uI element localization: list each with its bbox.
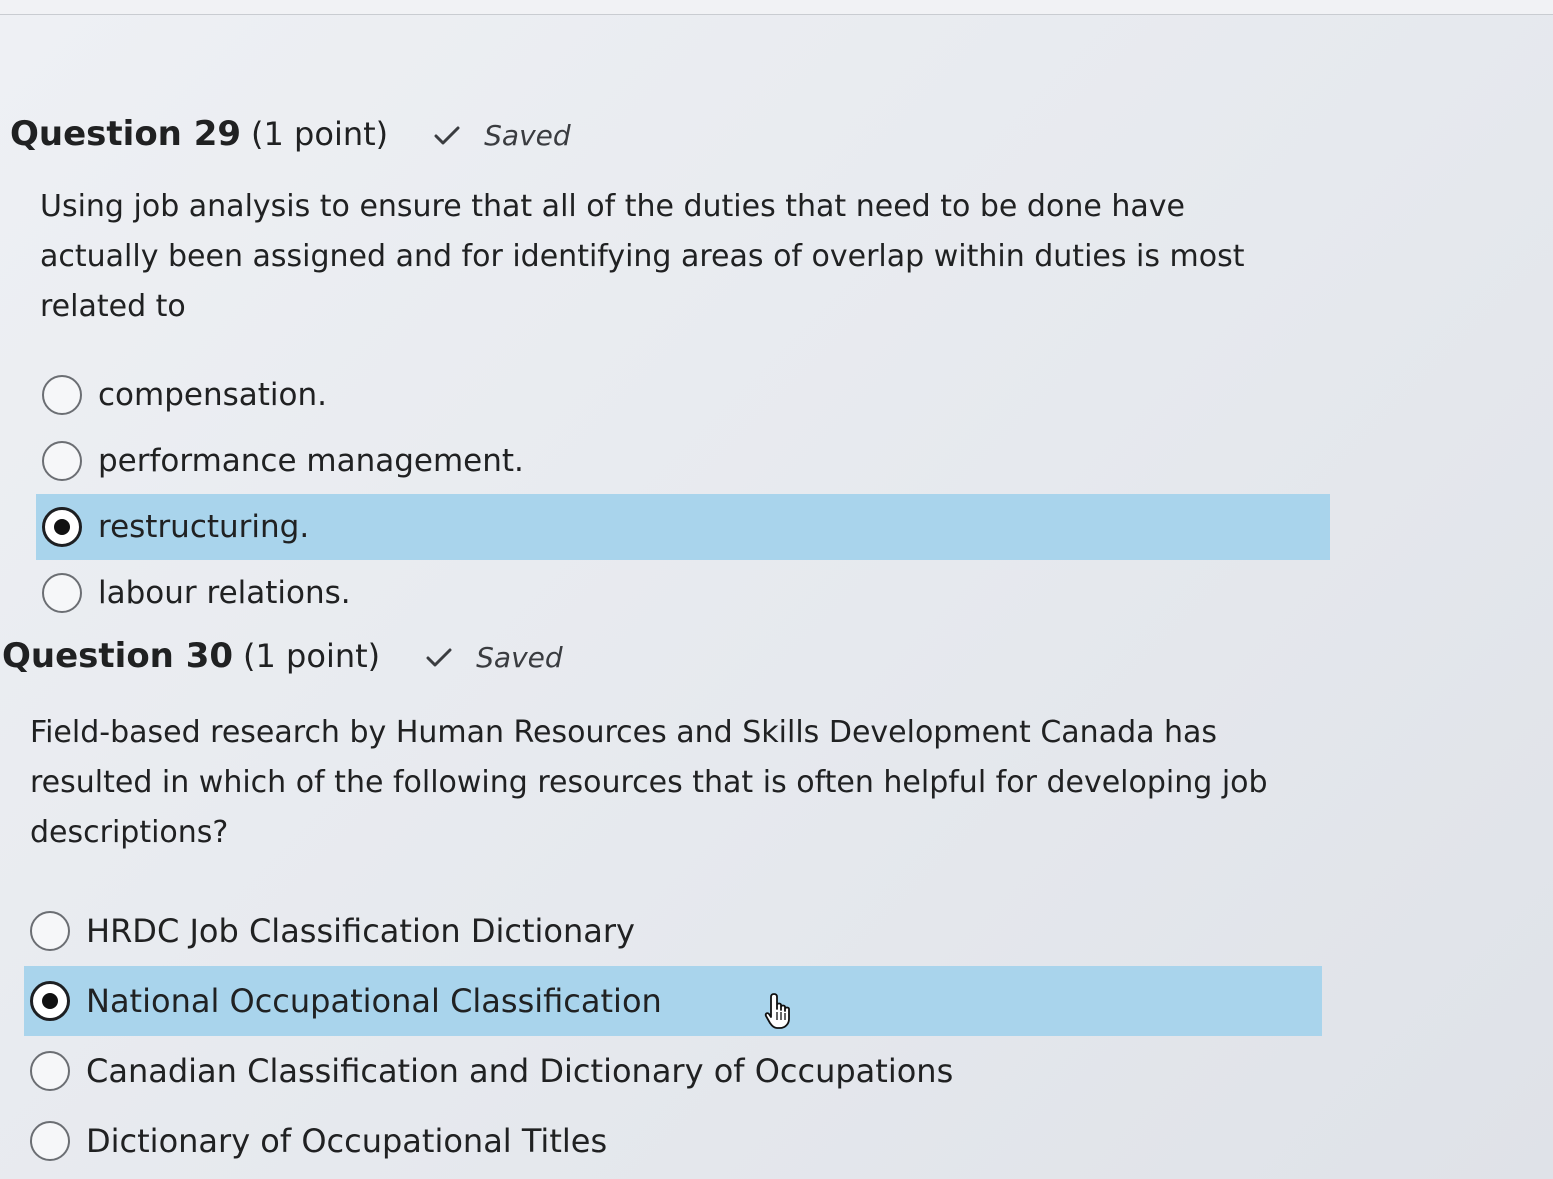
answer-option-labour-relations[interactable]: labour relations. [36,560,1330,626]
question-29: Question 29 (1 point) Saved Using job an… [10,114,1330,626]
hand-pointer-cursor-icon [764,993,790,1029]
answer-option-compensation[interactable]: compensation. [36,362,1330,428]
answer-options: compensation. performance management. re… [36,362,1330,626]
answer-label: National Occupational Classification [86,982,662,1020]
radio-button-icon[interactable] [30,1051,70,1091]
answer-option-hrdc-job-classification-dictionary[interactable]: HRDC Job Classification Dictionary [24,896,1322,966]
answer-label: HRDC Job Classification Dictionary [86,912,635,950]
answer-label: performance management. [98,443,524,479]
question-header: Question 30 (1 point) Saved [2,636,1322,684]
question-text: Field-based research by Human Resources … [30,715,1268,850]
question-header: Question 29 (1 point) Saved [10,114,1330,162]
answer-options: HRDC Job Classification Dictionary Natio… [24,896,1322,1176]
answer-label: Dictionary of Occupational Titles [86,1122,608,1160]
answer-label: Canadian Classification and Dictionary o… [86,1052,954,1090]
answer-option-dictionary-occupational-titles[interactable]: Dictionary of Occupational Titles [24,1106,1322,1176]
radio-button-icon[interactable] [30,1121,70,1161]
answer-label: labour relations. [98,575,351,611]
question-30: Question 30 (1 point) Saved Field-based … [2,636,1322,1176]
question-title: Question 29 [10,114,242,154]
top-divider [0,0,1553,15]
radio-button-selected-icon[interactable] [30,981,70,1021]
radio-button-icon[interactable] [42,441,82,481]
saved-status: Saved [434,119,571,152]
question-points: (1 point) [243,637,381,675]
answer-label: restructuring. [98,509,310,545]
saved-status: Saved [426,641,563,674]
answer-option-performance-management[interactable]: performance management. [36,428,1330,494]
radio-button-icon[interactable] [42,375,82,415]
radio-button-selected-icon[interactable] [42,507,82,547]
radio-button-icon[interactable] [42,573,82,613]
answer-option-canadian-classification-dictionary[interactable]: Canadian Classification and Dictionary o… [24,1036,1322,1106]
check-icon [426,648,452,667]
saved-label: Saved [476,641,563,674]
answer-option-national-occupational-classification[interactable]: National Occupational Classification [24,966,1322,1036]
question-points: (1 point) [251,115,389,153]
check-icon [434,126,460,145]
question-title: Question 30 [2,636,234,676]
question-text: Using job analysis to ensure that all of… [40,189,1245,324]
radio-button-icon[interactable] [30,911,70,951]
answer-option-restructuring[interactable]: restructuring. [36,494,1330,560]
answer-label: compensation. [98,377,327,413]
saved-label: Saved [484,119,571,152]
